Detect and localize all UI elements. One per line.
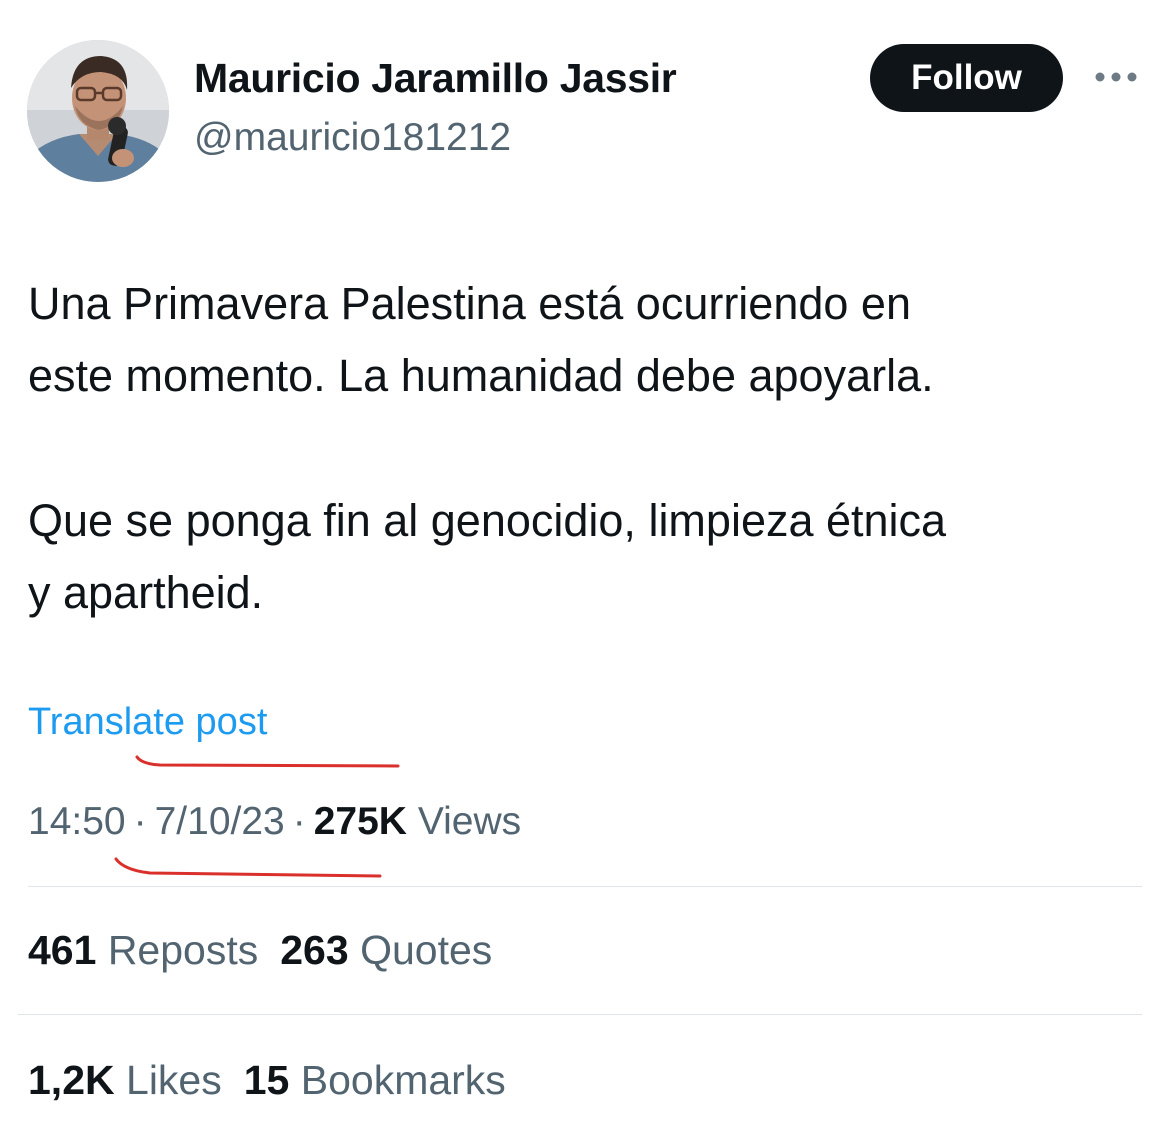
likes-stat[interactable]: 1,2K Likes (28, 1057, 222, 1103)
post-metadata: 14:50 · 7/10/23 · 275K Views (28, 800, 521, 844)
avatar[interactable] (27, 40, 169, 182)
quotes-stat[interactable]: 263 Quotes (280, 927, 492, 973)
follow-button[interactable]: Follow (870, 44, 1063, 112)
engagement-stats-row-2: 1,2K Likes 15 Bookmarks (28, 1057, 506, 1104)
post-date[interactable]: 7/10/23 (155, 800, 285, 843)
meta-separator: · (292, 800, 306, 843)
reposts-label: Reposts (107, 927, 259, 973)
views-label: Views (417, 800, 522, 843)
tweet-text: Una Primavera Palestina está ocurriendo … (28, 268, 1153, 629)
quotes-label: Quotes (360, 927, 493, 973)
post-time[interactable]: 14:50 (28, 800, 126, 843)
divider (28, 886, 1142, 887)
avatar-photo (27, 40, 169, 182)
reposts-stat[interactable]: 461 Reposts (28, 927, 258, 973)
engagement-stats-row-1: 461 Reposts 263 Quotes (28, 927, 492, 974)
bookmarks-label: Bookmarks (300, 1057, 506, 1103)
meta-separator: · (133, 800, 147, 843)
author-name[interactable]: Mauricio Jaramillo Jassir (194, 55, 677, 102)
views-count: 275K (313, 800, 407, 843)
tweet-paragraph: Una Primavera Palestina está ocurriendo … (28, 278, 934, 401)
annotation-underline (135, 755, 400, 768)
likes-label: Likes (126, 1057, 222, 1103)
bookmarks-count: 15 (243, 1057, 290, 1103)
annotation-underline (114, 857, 382, 878)
translate-post-link[interactable]: Translate post (28, 701, 267, 744)
author-handle[interactable]: @mauricio181212 (194, 116, 511, 160)
more-horizontal-icon[interactable] (1093, 64, 1139, 90)
reposts-count: 461 (28, 927, 97, 973)
likes-count: 1,2K (28, 1057, 115, 1103)
tweet-paragraph: Que se ponga fin al genocidio, limpieza … (28, 495, 947, 618)
divider (18, 1014, 1142, 1015)
quotes-count: 263 (280, 927, 349, 973)
bookmarks-stat[interactable]: 15 Bookmarks (244, 1057, 506, 1103)
